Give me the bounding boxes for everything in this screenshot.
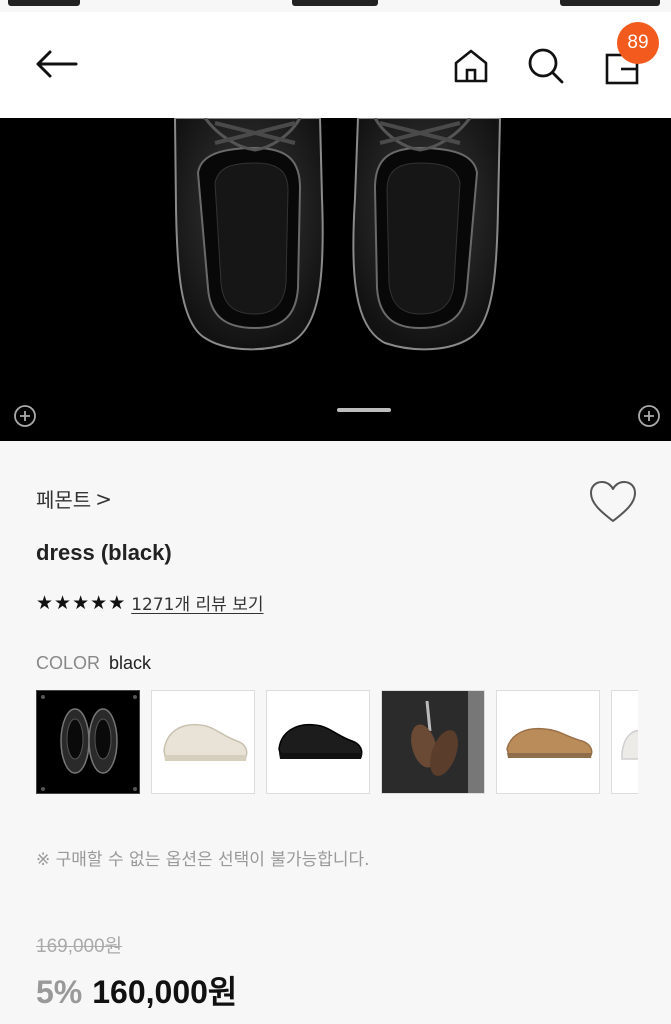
wishlist-heart-icon[interactable] <box>588 479 638 525</box>
status-bar <box>0 0 671 12</box>
top-navigation-bar: 89 <box>0 12 671 118</box>
color-value: black <box>109 653 152 673</box>
star-icon: ★ <box>108 591 126 614</box>
slide-indicator <box>337 408 391 412</box>
product-photo <box>173 118 502 351</box>
gallery-zoom-icon[interactable] <box>637 404 661 428</box>
discount-rate: 5% <box>36 974 83 1010</box>
color-option-tan[interactable] <box>496 690 600 794</box>
color-option-black-side[interactable] <box>266 690 370 794</box>
color-option-cream[interactable] <box>151 690 255 794</box>
home-button[interactable] <box>443 38 499 94</box>
product-title: dress (black) <box>36 540 172 565</box>
chevron-right-icon: > <box>95 486 112 511</box>
product-info: 페몬트 > dress (black) ★ ★ ★ ★ ★ 1271개 리뷰 보… <box>0 441 671 1024</box>
star-icon: ★ <box>36 591 54 614</box>
star-icon: ★ <box>54 591 72 614</box>
color-label: COLOR <box>36 653 101 673</box>
brand-name: 페몬트 <box>36 488 92 512</box>
sale-price: 160,000원 <box>92 974 238 1010</box>
color-option-white[interactable] <box>611 690 638 794</box>
star-icon: ★ <box>72 591 90 614</box>
brand-link[interactable]: 페몬트 > <box>36 484 112 513</box>
back-arrow-icon <box>36 50 78 78</box>
option-notice: ※ 구매할 수 없는 옵션은 선택이 불가능합니다. <box>36 850 370 870</box>
cart-count-badge: 89 <box>617 22 659 64</box>
review-link[interactable]: 1271개 리뷰 보기 <box>131 590 263 615</box>
star-icon: ★ <box>90 591 108 614</box>
color-option-black[interactable] <box>36 690 140 794</box>
back-button[interactable] <box>28 36 84 92</box>
home-icon <box>454 49 488 83</box>
color-selection-label: COLOR black <box>36 653 151 674</box>
price-row: 5% 160,000원 <box>36 967 237 1013</box>
rating-row: ★ ★ ★ ★ ★ 1271개 리뷰 보기 <box>36 590 264 616</box>
gallery-zoom-icon[interactable] <box>13 404 37 428</box>
color-option-brown-suede[interactable] <box>381 690 485 794</box>
search-icon <box>528 48 564 84</box>
star-rating: ★ ★ ★ ★ ★ <box>36 592 125 614</box>
product-image-gallery[interactable] <box>0 118 671 441</box>
color-options <box>36 690 638 794</box>
search-button[interactable] <box>518 38 574 94</box>
original-price: 169,000원 <box>36 936 123 957</box>
